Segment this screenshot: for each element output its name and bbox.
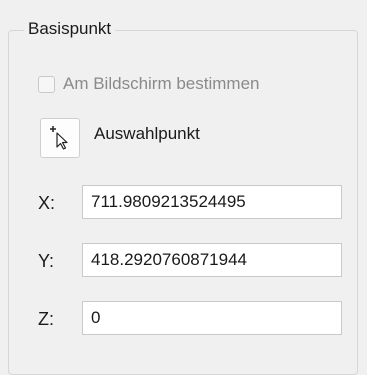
y-field[interactable] xyxy=(82,243,342,277)
z-field[interactable] xyxy=(82,301,342,335)
y-label: Y: xyxy=(38,251,55,271)
screen-pick-row[interactable]: Am Bildschirm bestimmen xyxy=(38,74,260,94)
group-title: Basispunkt xyxy=(24,19,116,39)
screen-pick-label: Am Bildschirm bestimmen xyxy=(63,74,260,93)
x-label: X: xyxy=(38,193,56,213)
pick-point-button[interactable] xyxy=(40,118,80,158)
cursor-plus-icon xyxy=(50,126,68,150)
x-field[interactable] xyxy=(82,185,342,219)
z-label: Z: xyxy=(38,309,54,329)
screen-pick-checkbox[interactable] xyxy=(38,75,55,93)
pick-point-label: Auswahlpunkt xyxy=(94,124,200,143)
